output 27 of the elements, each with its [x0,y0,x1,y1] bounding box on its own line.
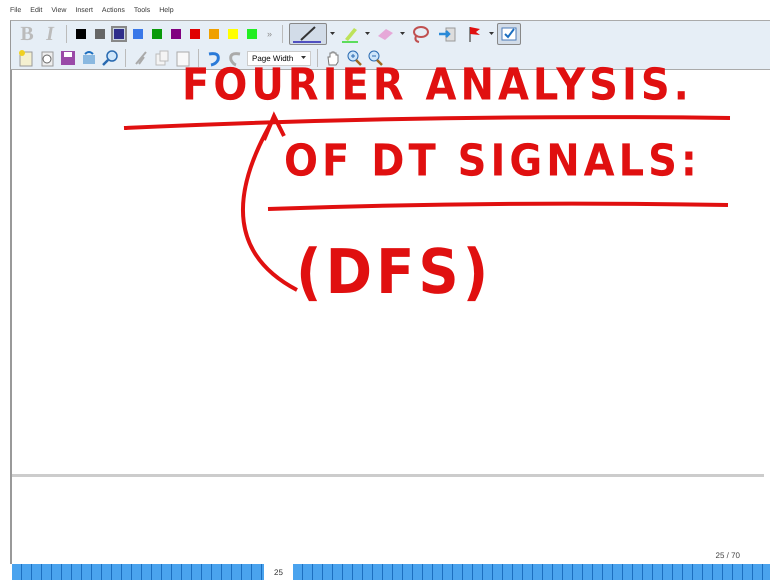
color-swatch[interactable] [206,26,222,42]
color-swatch[interactable] [92,26,108,42]
current-page-number: 25 [274,568,283,576]
color-swatch[interactable] [111,26,127,42]
handwritten-text: OF DT SIGNALS: [284,136,701,186]
dropdown-arrow-icon [301,56,306,60]
view-tool-button[interactable] [497,23,522,45]
dropdown-arrow-icon[interactable] [365,32,370,36]
zoom-in-icon[interactable] [345,49,363,67]
dropdown-arrow-icon[interactable] [489,32,494,36]
search-icon[interactable] [101,49,119,67]
zoom-out-icon[interactable] [366,49,384,67]
color-swatch[interactable] [130,26,146,42]
page-counter: 25 / 70 [716,551,740,560]
lasso-icon [410,24,430,44]
color-swatch[interactable] [149,26,165,42]
dropdown-arrow-icon[interactable] [330,32,336,36]
color-swatch[interactable] [225,26,241,42]
color-swatch[interactable] [168,26,184,42]
color-swatch[interactable] [73,26,89,42]
dropdown-arrow-icon[interactable] [400,32,406,36]
new-page-icon[interactable] [17,49,35,67]
save-icon[interactable] [59,49,77,67]
handwritten-text: (DFS) [296,236,492,308]
color-swatch[interactable] [187,26,203,42]
pen-tool-button[interactable] [289,23,328,45]
color-swatch[interactable] [244,26,260,42]
